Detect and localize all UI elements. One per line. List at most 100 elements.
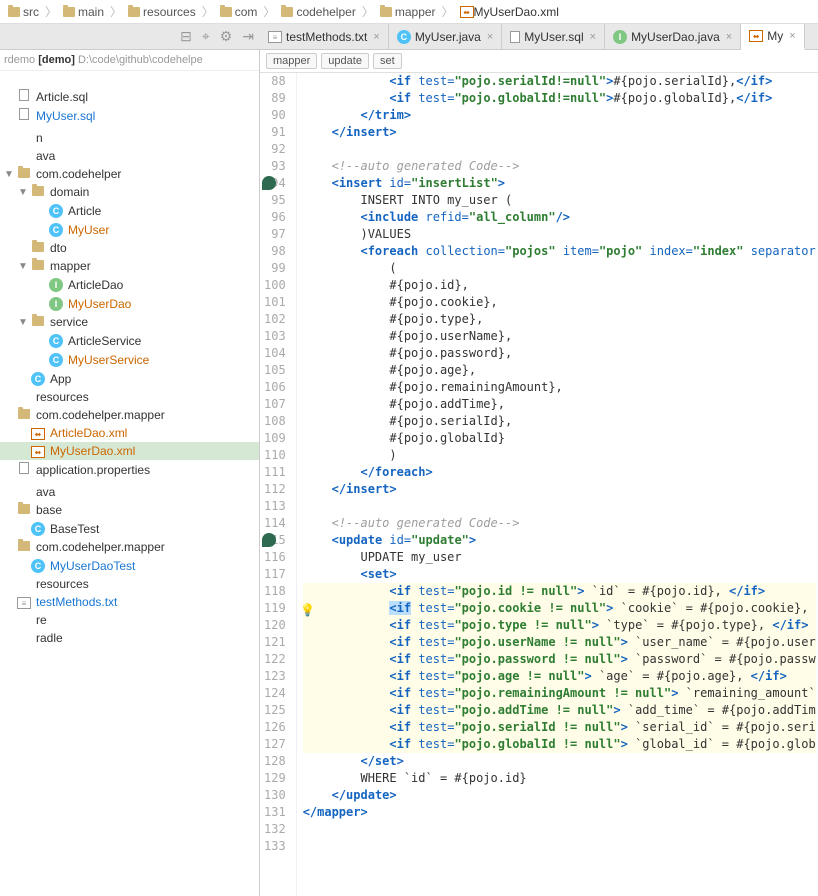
code-line[interactable]: #{pojo.type}, xyxy=(303,311,816,328)
breadcrumb-item[interactable]: mapper xyxy=(376,5,440,19)
code-line[interactable]: )VALUES xyxy=(303,226,816,243)
code-line[interactable]: </insert> xyxy=(303,481,816,498)
code-line[interactable] xyxy=(303,838,816,855)
editor-tab[interactable]: ⬌My× xyxy=(741,24,804,50)
tree-item[interactable]: ⬌MyUserDao.xml xyxy=(0,442,259,460)
code-line[interactable]: <if test="pojo.globalId!=null">#{pojo.gl… xyxy=(303,90,816,107)
code-line[interactable]: <update id="update"> xyxy=(303,532,816,549)
tree-item[interactable]: CMyUser xyxy=(0,220,259,239)
code-line[interactable]: #{pojo.id}, xyxy=(303,277,816,294)
tree-item[interactable]: CArticle xyxy=(0,201,259,220)
code-line[interactable]: <if test="pojo.userName != null"> `user_… xyxy=(303,634,816,651)
tree-item[interactable]: CMyUserDaoTest xyxy=(0,556,259,575)
code-line[interactable]: ( xyxy=(303,260,816,277)
project-sidebar[interactable]: rdemo [demo] D:\code\github\codehelpe Ar… xyxy=(0,50,260,896)
editor-tab[interactable]: MyUser.sql× xyxy=(502,24,605,49)
code-line[interactable] xyxy=(303,821,816,838)
code-line[interactable]: </foreach> xyxy=(303,464,816,481)
tree-item[interactable]: ava xyxy=(0,147,259,165)
code-line[interactable] xyxy=(303,498,816,515)
code-line[interactable]: #{pojo.userName}, xyxy=(303,328,816,345)
code-line[interactable]: UPDATE my_user xyxy=(303,549,816,566)
code-line[interactable]: <foreach collection="pojos" item="pojo" … xyxy=(303,243,816,260)
bulb-icon[interactable]: 💡 xyxy=(300,602,315,619)
tree-item[interactable]: ⬌ArticleDao.xml xyxy=(0,424,259,442)
tree-item[interactable]: CBaseTest xyxy=(0,519,259,538)
code-line[interactable]: #{pojo.password}, xyxy=(303,345,816,362)
tree-item[interactable]: resources xyxy=(0,575,259,593)
tree-item[interactable]: ava xyxy=(0,483,259,501)
code-line[interactable]: ) xyxy=(303,447,816,464)
code-line[interactable]: <if test="pojo.globalId != null"> `globa… xyxy=(303,736,816,753)
gutter-bird-icon[interactable] xyxy=(262,533,276,547)
tree-item[interactable]: Article.sql xyxy=(0,87,259,106)
breadcrumb-item[interactable]: ⬌ MyUserDao.xml xyxy=(456,5,563,19)
tree-item[interactable]: ≡testMethods.txt xyxy=(0,593,259,611)
tree-item[interactable]: MyUser.sql xyxy=(0,106,259,125)
tree-item[interactable]: base xyxy=(0,501,259,519)
code-line[interactable]: </insert> xyxy=(303,124,816,141)
project-tree[interactable]: Article.sqlMyUser.sqlnava▼com.codehelper… xyxy=(0,71,259,651)
code-line[interactable]: #{pojo.cookie}, xyxy=(303,294,816,311)
editor-nav-item[interactable]: mapper xyxy=(266,53,317,69)
close-icon[interactable]: × xyxy=(590,31,596,43)
hide-icon[interactable]: ⇥ xyxy=(242,28,254,45)
tree-item[interactable]: CMyUserService xyxy=(0,350,259,369)
tree-item[interactable]: com.codehelper.mapper xyxy=(0,406,259,424)
code-line[interactable]: <if test="pojo.password != null"> `passw… xyxy=(303,651,816,668)
code-line[interactable]: <if test="pojo.serialId!=null">#{pojo.se… xyxy=(303,73,816,90)
breadcrumb-item[interactable]: src xyxy=(4,5,43,19)
code-line[interactable]: <if test="pojo.serialId != null"> `seria… xyxy=(303,719,816,736)
code-line[interactable] xyxy=(303,141,816,158)
expand-arrow-icon[interactable]: ▼ xyxy=(4,169,16,180)
tree-item[interactable]: ▼mapper xyxy=(0,257,259,275)
tree-item[interactable]: IMyUserDao xyxy=(0,294,259,313)
code-line[interactable]: #{pojo.remainingAmount}, xyxy=(303,379,816,396)
code-line[interactable]: #{pojo.addTime}, xyxy=(303,396,816,413)
close-icon[interactable]: × xyxy=(726,31,732,43)
editor-nav-item[interactable]: set xyxy=(373,53,402,69)
code-line[interactable]: INSERT INTO my_user ( xyxy=(303,192,816,209)
target-icon[interactable]: ⌖ xyxy=(202,28,210,45)
code-line[interactable]: <if test="pojo.cookie != null"> `cookie`… xyxy=(303,600,816,617)
tree-item[interactable]: radle xyxy=(0,629,259,647)
tree-item[interactable]: application.properties xyxy=(0,460,259,479)
tree-item[interactable]: IArticleDao xyxy=(0,275,259,294)
editor-tab[interactable]: CMyUser.java× xyxy=(389,24,502,49)
code-line[interactable]: </set> xyxy=(303,753,816,770)
close-icon[interactable]: × xyxy=(373,31,379,43)
code-line[interactable]: <if test="pojo.remainingAmount != null">… xyxy=(303,685,816,702)
code-line[interactable]: <if test="pojo.type != null"> `type` = #… xyxy=(303,617,816,634)
tree-item[interactable]: CArticleService xyxy=(0,331,259,350)
editor-tab[interactable]: ≡testMethods.txt× xyxy=(260,24,389,49)
breadcrumb-item[interactable]: main xyxy=(59,5,108,19)
code-line[interactable]: <!--auto generated Code--> xyxy=(303,515,816,532)
expand-arrow-icon[interactable]: ▼ xyxy=(18,187,30,198)
tree-item[interactable]: dto xyxy=(0,239,259,257)
code-line[interactable]: <if test="pojo.addTime != null"> `add_ti… xyxy=(303,702,816,719)
code-line[interactable]: <include refid="all_column"/> xyxy=(303,209,816,226)
code-line[interactable]: #{pojo.serialId}, xyxy=(303,413,816,430)
tree-item[interactable]: resources xyxy=(0,388,259,406)
tree-item[interactable]: ▼domain xyxy=(0,183,259,201)
code-line[interactable]: <set> xyxy=(303,566,816,583)
breadcrumb-item[interactable]: codehelper xyxy=(277,5,359,19)
tree-item[interactable]: ▼com.codehelper xyxy=(0,165,259,183)
code-line[interactable]: <if test="pojo.age != null"> `age` = #{p… xyxy=(303,668,816,685)
breadcrumb-item[interactable]: com xyxy=(216,5,262,19)
expand-arrow-icon[interactable]: ▼ xyxy=(18,317,30,328)
close-icon[interactable]: × xyxy=(487,31,493,43)
code-content[interactable]: <if test="pojo.serialId!=null">#{pojo.se… xyxy=(297,73,816,896)
tree-item[interactable]: n xyxy=(0,129,259,147)
code-line[interactable]: <if test="pojo.id != null"> `id` = #{poj… xyxy=(303,583,816,600)
code-line[interactable]: WHERE `id` = #{pojo.id} xyxy=(303,770,816,787)
code-line[interactable]: </trim> xyxy=(303,107,816,124)
gear-icon[interactable]: ⚙ xyxy=(220,28,233,45)
breadcrumb-item[interactable]: resources xyxy=(124,5,200,19)
editor-nav-item[interactable]: update xyxy=(321,53,369,69)
code-line[interactable]: </mapper> xyxy=(303,804,816,821)
tree-item[interactable]: re xyxy=(0,611,259,629)
editor-tab[interactable]: IMyUserDao.java× xyxy=(605,24,741,49)
code-line[interactable]: <!--auto generated Code--> xyxy=(303,158,816,175)
code-line[interactable]: #{pojo.globalId} xyxy=(303,430,816,447)
